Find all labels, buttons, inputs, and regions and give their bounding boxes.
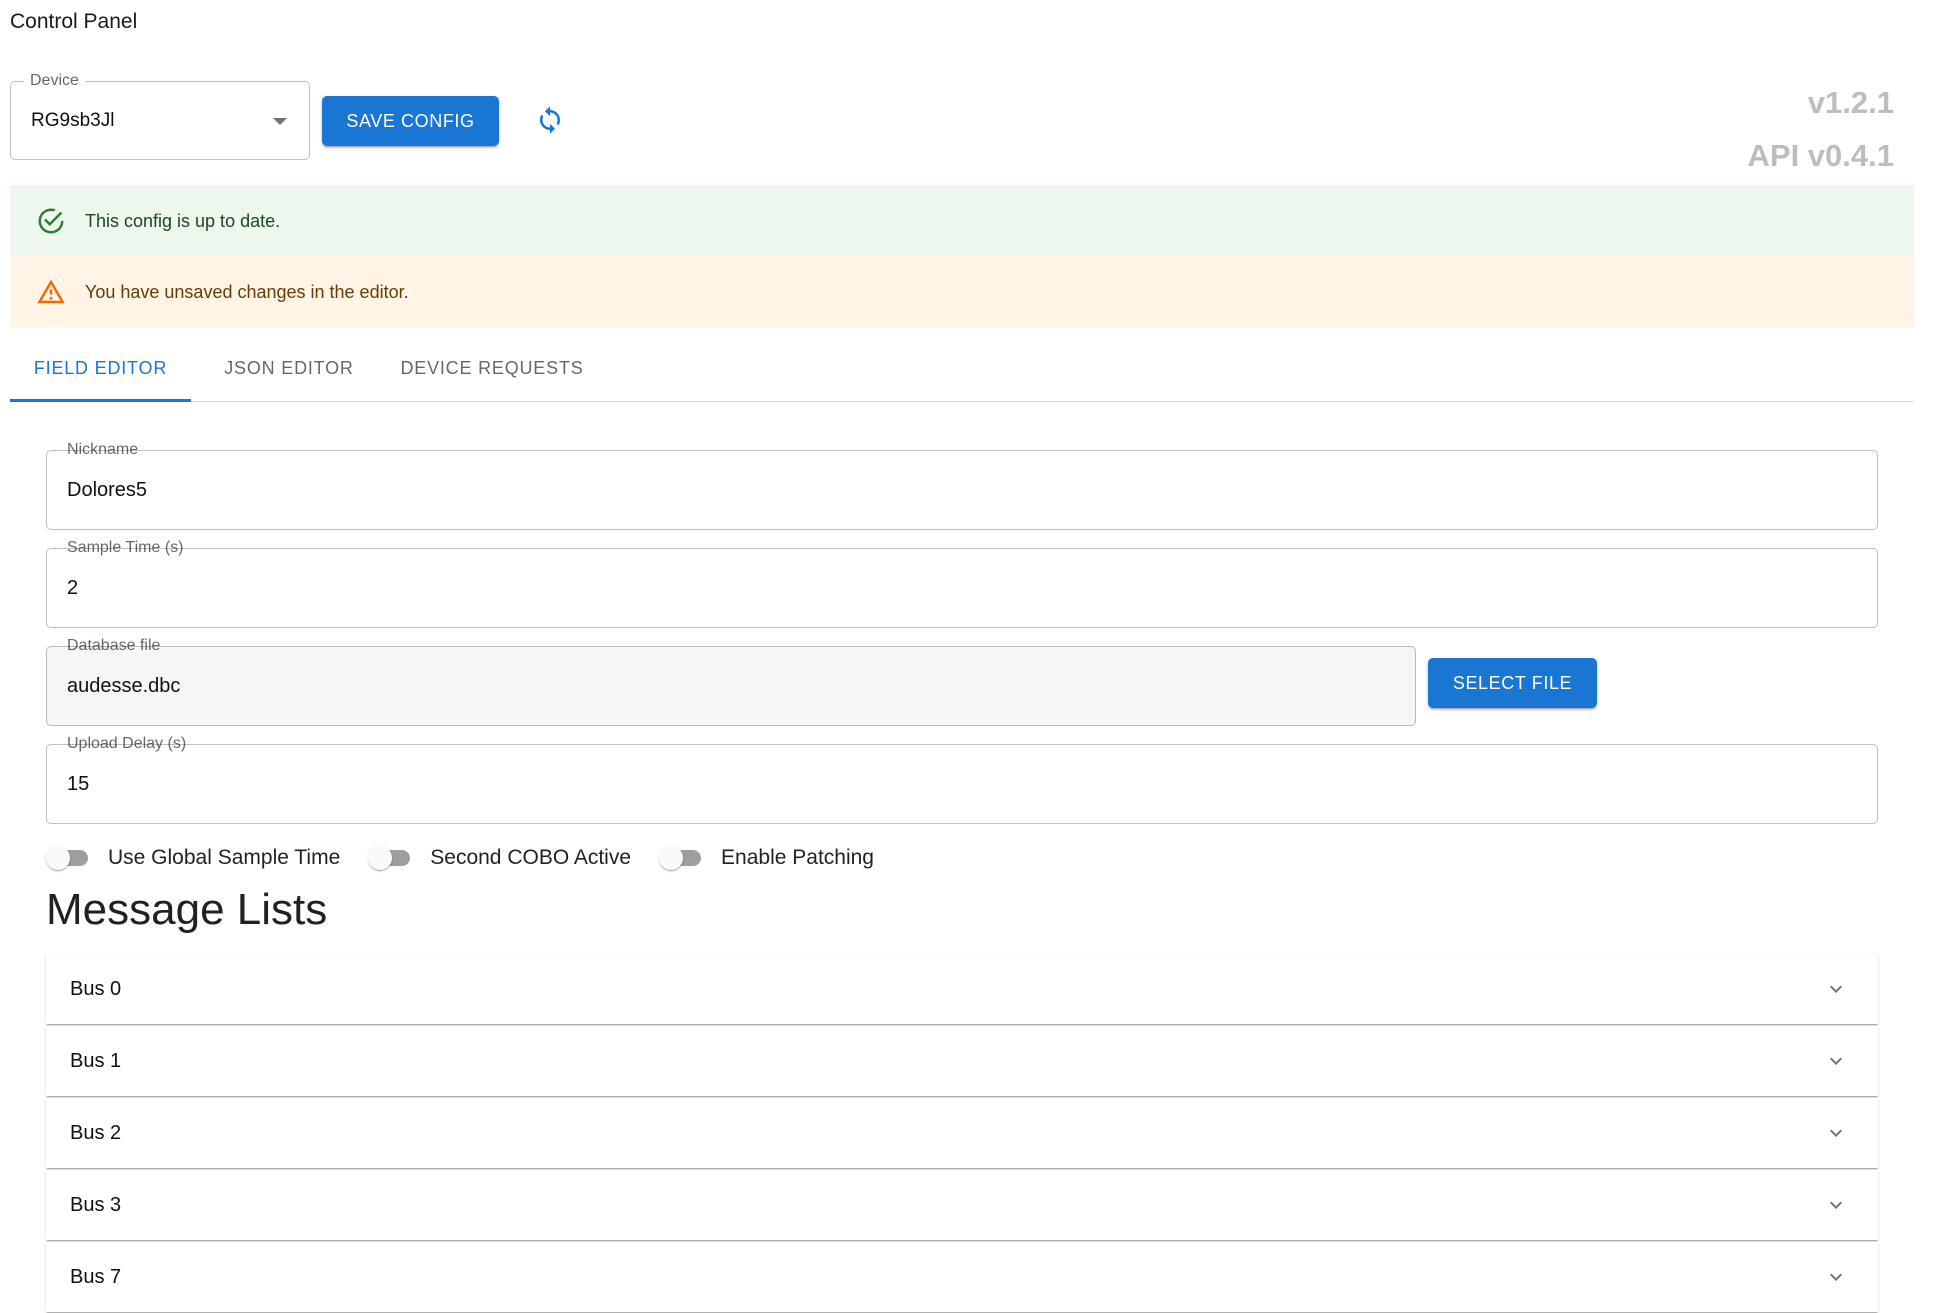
- page-title: Control Panel: [10, 10, 138, 33]
- upload-delay-field[interactable]: Upload Delay (s) 15: [46, 735, 1878, 824]
- chevron-down-icon: [1830, 985, 1842, 993]
- sample-time-value: 2: [67, 577, 79, 599]
- second-cobo-active-label: Second COBO Active: [430, 846, 632, 869]
- accordion-bus-1[interactable]: Bus 1: [46, 1026, 1878, 1096]
- chevron-down-icon: [1830, 1057, 1842, 1065]
- upload-delay-label: Upload Delay (s): [61, 735, 193, 753]
- chevron-down-icon: [1830, 1201, 1842, 1209]
- nickname-field[interactable]: Nickname Dolores5: [46, 441, 1878, 530]
- accordion-title: Bus 1: [70, 1049, 122, 1072]
- accordion-title: Bus 3: [70, 1193, 122, 1216]
- app-version: v1.2.1: [1807, 85, 1894, 120]
- use-global-sample-time-label: Use Global Sample Time: [108, 846, 341, 869]
- tab-field-editor[interactable]: FIELD EDITOR: [10, 335, 191, 401]
- database-file-field: Database file audesse.dbc: [46, 637, 1416, 726]
- warning-alert: You have unsaved changes in the editor.: [10, 256, 1914, 328]
- api-version: API v0.4.1: [1747, 138, 1894, 173]
- active-tab-indicator: [10, 399, 191, 402]
- nickname-label: Nickname: [61, 441, 145, 459]
- enable-patching-label: Enable Patching: [721, 846, 874, 869]
- chevron-down-icon: [1830, 1273, 1842, 1281]
- warning-alert-text: You have unsaved changes in the editor.: [85, 281, 409, 302]
- device-select-label: Device: [24, 72, 85, 90]
- accordion-bus-3[interactable]: Bus 3: [46, 1170, 1878, 1240]
- nickname-value: Dolores5: [67, 479, 148, 501]
- use-global-sample-time-switch[interactable]: [40, 840, 100, 876]
- tab-device-requests[interactable]: DEVICE REQUESTS: [380, 335, 604, 401]
- caret-down-icon: [273, 118, 287, 125]
- switch-thumb: [46, 846, 70, 870]
- device-select-value: RG9sb3Jl: [31, 110, 115, 131]
- accordion-title: Bus 7: [70, 1265, 122, 1288]
- database-file-label: Database file: [61, 637, 167, 655]
- sample-time-field[interactable]: Sample Time (s) 2: [46, 539, 1878, 628]
- refresh-icon[interactable]: [535, 105, 565, 135]
- check-circle-icon: [38, 208, 64, 234]
- accordion-bus-2[interactable]: Bus 2: [46, 1098, 1878, 1168]
- editor-tabs: FIELD EDITOR JSON EDITOR DEVICE REQUESTS: [10, 335, 1914, 402]
- switch-thumb: [368, 846, 393, 870]
- upload-delay-value: 15: [67, 773, 90, 795]
- tab-json-editor[interactable]: JSON EDITOR: [200, 335, 378, 401]
- save-config-button[interactable]: SAVE CONFIG: [322, 96, 499, 146]
- option-switches: Use Global Sample Time Second COBO Activ…: [40, 840, 896, 876]
- warning-icon: [37, 279, 65, 304]
- sample-time-label: Sample Time (s): [61, 539, 190, 557]
- accordion-bus-0[interactable]: Bus 0: [46, 954, 1878, 1024]
- chevron-down-icon: [1830, 1129, 1842, 1137]
- message-lists-title: Message Lists: [46, 885, 328, 934]
- select-file-button[interactable]: SELECT FILE: [1428, 658, 1597, 708]
- database-file-value: audesse.dbc: [67, 675, 181, 697]
- success-alert-text: This config is up to date.: [85, 210, 281, 231]
- second-cobo-active-switch[interactable]: [362, 840, 422, 876]
- accordion-title: Bus 2: [70, 1121, 122, 1144]
- accordion-bus-7[interactable]: Bus 7: [46, 1242, 1878, 1312]
- enable-patching-switch[interactable]: [653, 840, 713, 876]
- device-select[interactable]: Device RG9sb3Jl: [10, 72, 310, 160]
- accordion-title: Bus 0: [70, 977, 122, 1000]
- switch-thumb: [659, 846, 684, 870]
- success-alert: This config is up to date.: [10, 185, 1914, 257]
- version-info: v1.2.1 API v0.4.1: [1748, 76, 1894, 182]
